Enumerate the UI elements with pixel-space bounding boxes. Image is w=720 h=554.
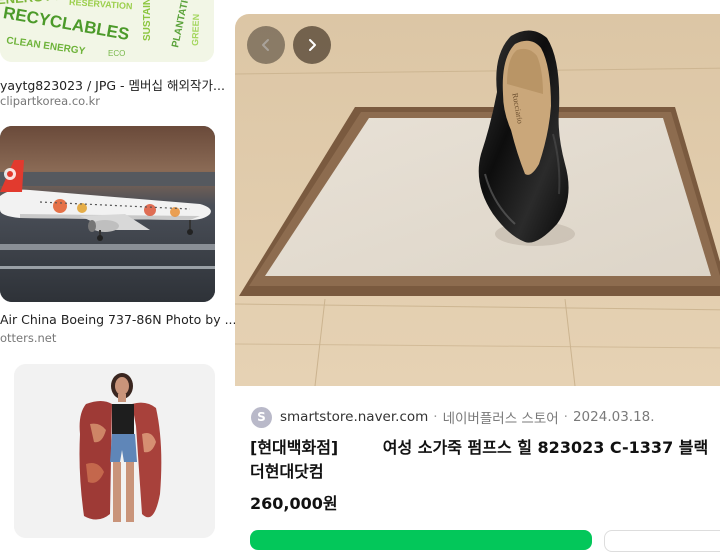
site-favicon: S — [251, 406, 272, 428]
product-title-line-2: 더현대닷컴 — [250, 462, 324, 481]
chevron-right-icon — [309, 39, 316, 51]
chevron-left-icon — [262, 39, 269, 51]
meta-separator: · — [433, 409, 438, 425]
meta-separator: · — [563, 409, 568, 425]
prev-image-button[interactable] — [247, 26, 285, 64]
next-image-button[interactable] — [293, 26, 331, 64]
result-thumbnail-recyclables[interactable]: ENERGY BIODIVERSITY RESERVATION RECYCLAB… — [0, 0, 214, 62]
store-name: 네이버플러스 스토어 — [442, 411, 559, 427]
svg-text:GREEN: GREEN — [190, 14, 201, 46]
product-title-line-1: [현대백화점] 여성 소가죽 펌프스 힐 823023 C-1337 블랙 — [250, 438, 709, 457]
result-source-2[interactable]: otters.net — [0, 331, 56, 345]
product-title-link[interactable]: [현대백화점] 여성 소가죽 펌프스 힐 823023 C-1337 블랙 더현… — [250, 436, 720, 484]
product-image[interactable]: Rucciario — [235, 14, 720, 387]
result-caption-1[interactable]: yaytg823023 / JPG - 멤버십 해외작가... — [0, 75, 225, 94]
result-domain-link[interactable]: smartstore.naver.com — [280, 409, 428, 425]
result-date: 2024.03.18. — [572, 409, 655, 425]
result-caption-2[interactable]: Air China Boeing 737-86N Photo by ... — [0, 312, 237, 327]
left-results-column: ENERGY BIODIVERSITY RESERVATION RECYCLAB… — [0, 0, 237, 538]
result-thumbnail-airplane[interactable] — [0, 126, 215, 302]
svg-text:ECO: ECO — [108, 49, 125, 58]
product-price: 260,000원 — [250, 494, 338, 513]
result-meta-row: S smartstore.naver.com · 네이버플러스 스토어 · 20… — [251, 406, 655, 428]
result-source-1[interactable]: clipartkorea.co.kr — [0, 94, 100, 108]
result-thumbnail-kimono[interactable] — [14, 364, 215, 538]
secondary-action-button[interactable] — [604, 530, 720, 552]
visit-store-button[interactable] — [250, 530, 592, 550]
svg-text:SUSTAINABLE: SUSTAINABLE — [142, 0, 153, 41]
